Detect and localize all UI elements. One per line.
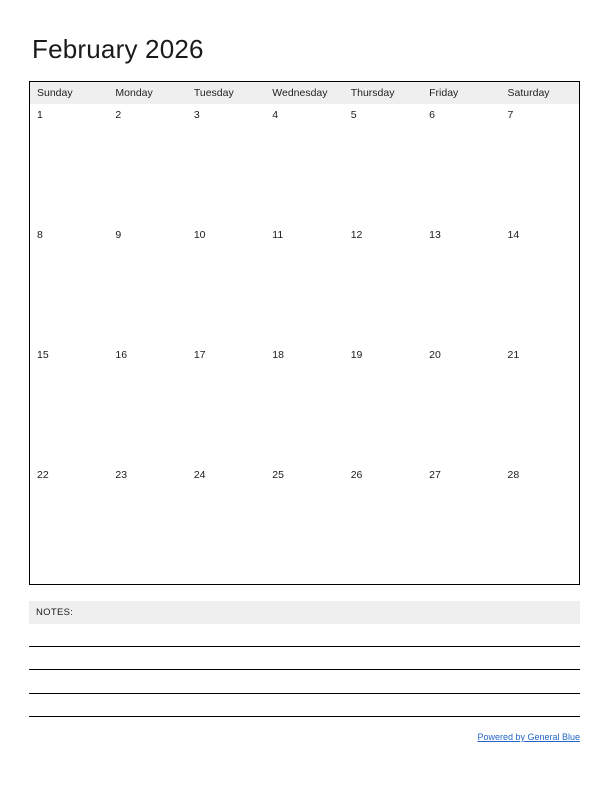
day-number: 20 [429, 349, 441, 361]
day-number: 7 [507, 109, 514, 121]
day-cell[interactable]: 21 [501, 344, 579, 464]
day-number: 16 [115, 349, 128, 361]
weekday-header-saturday: Saturday [507, 87, 550, 99]
day-number: 14 [507, 229, 520, 241]
day-number: 21 [507, 349, 520, 361]
weekday-header-row: Sunday Monday Tuesday Wednesday Thursday… [30, 82, 579, 104]
day-cell[interactable]: 25 [265, 464, 343, 584]
day-cell[interactable]: 23 [108, 464, 186, 584]
day-number: 13 [429, 229, 441, 241]
weekday-header-tuesday: Tuesday [193, 87, 234, 99]
day-number: 22 [37, 469, 49, 481]
day-cell[interactable]: 19 [344, 344, 422, 464]
day-cell[interactable]: 2 [108, 104, 186, 224]
day-cell[interactable]: 10 [187, 224, 265, 344]
day-number: 10 [193, 229, 206, 241]
day-cell[interactable]: 17 [187, 344, 265, 464]
day-number: 17 [193, 349, 206, 361]
day-number: 15 [37, 349, 49, 361]
day-cell[interactable]: 13 [422, 224, 500, 344]
day-cell[interactable]: 11 [265, 224, 343, 344]
footer: Powered by General Blue [29, 727, 580, 745]
day-cell[interactable]: 3 [187, 104, 265, 224]
day-number: 2 [115, 109, 122, 121]
day-number: 1 [37, 109, 43, 121]
day-number: 28 [507, 469, 520, 481]
day-number: 4 [272, 109, 279, 121]
day-number: 11 [272, 229, 284, 241]
weekday-header-wednesday: Wednesday [272, 87, 328, 99]
notes-header-bar: NOTES: [29, 601, 580, 624]
page-title: February 2026 [32, 34, 204, 64]
calendar-grid: Sunday Monday Tuesday Wednesday Thursday… [29, 81, 580, 585]
notes-writing-line[interactable] [29, 669, 580, 670]
weekday-header-sunday: Sunday [37, 87, 73, 99]
week-row: 15 16 17 18 19 20 21 [30, 344, 579, 464]
day-number: 9 [115, 229, 122, 241]
day-cell[interactable]: 27 [422, 464, 500, 584]
day-cell[interactable]: 5 [344, 104, 422, 224]
day-number: 19 [350, 349, 363, 361]
day-cell[interactable]: 4 [265, 104, 343, 224]
day-cell[interactable]: 1 [30, 104, 108, 224]
day-cell[interactable]: 28 [501, 464, 579, 584]
day-number: 24 [193, 469, 206, 481]
day-number: 3 [193, 109, 200, 121]
day-cell[interactable]: 6 [422, 104, 500, 224]
day-cell[interactable]: 24 [187, 464, 265, 584]
weekday-header-thursday: Thursday [350, 87, 395, 99]
day-number: 26 [350, 469, 363, 481]
day-number: 23 [115, 469, 128, 481]
day-number: 27 [429, 469, 441, 481]
day-cell[interactable]: 9 [108, 224, 186, 344]
day-cell[interactable]: 18 [265, 344, 343, 464]
powered-by-link[interactable]: Powered by General Blue [477, 732, 580, 742]
day-cell[interactable]: 7 [501, 104, 579, 224]
day-cell[interactable]: 22 [30, 464, 108, 584]
day-cell[interactable]: 14 [501, 224, 579, 344]
day-cell[interactable]: 16 [108, 344, 186, 464]
day-cell[interactable]: 12 [344, 224, 422, 344]
week-row: 1 2 3 4 5 6 7 [30, 104, 579, 224]
day-number: 5 [350, 109, 357, 121]
day-number: 12 [350, 229, 363, 241]
day-cell[interactable]: 26 [344, 464, 422, 584]
day-number: 6 [429, 109, 435, 121]
notes-writing-line[interactable] [29, 716, 580, 717]
day-cell[interactable]: 15 [30, 344, 108, 464]
day-number: 8 [37, 229, 43, 241]
calendar-page: February 2026 Sunday Monday Tuesday Wedn… [0, 0, 612, 792]
day-cell[interactable]: 8 [30, 224, 108, 344]
weekday-header-friday: Friday [429, 87, 459, 99]
weekday-header-monday: Monday [115, 87, 153, 99]
day-cell[interactable]: 20 [422, 344, 500, 464]
notes-label: NOTES: [36, 607, 74, 618]
week-row: 8 9 10 11 12 13 14 [30, 224, 579, 344]
notes-writing-line[interactable] [29, 646, 580, 647]
day-number: 18 [272, 349, 284, 361]
day-number: 25 [272, 469, 284, 481]
week-row: 22 23 24 25 26 27 28 [30, 464, 579, 584]
notes-writing-line[interactable] [29, 693, 580, 694]
